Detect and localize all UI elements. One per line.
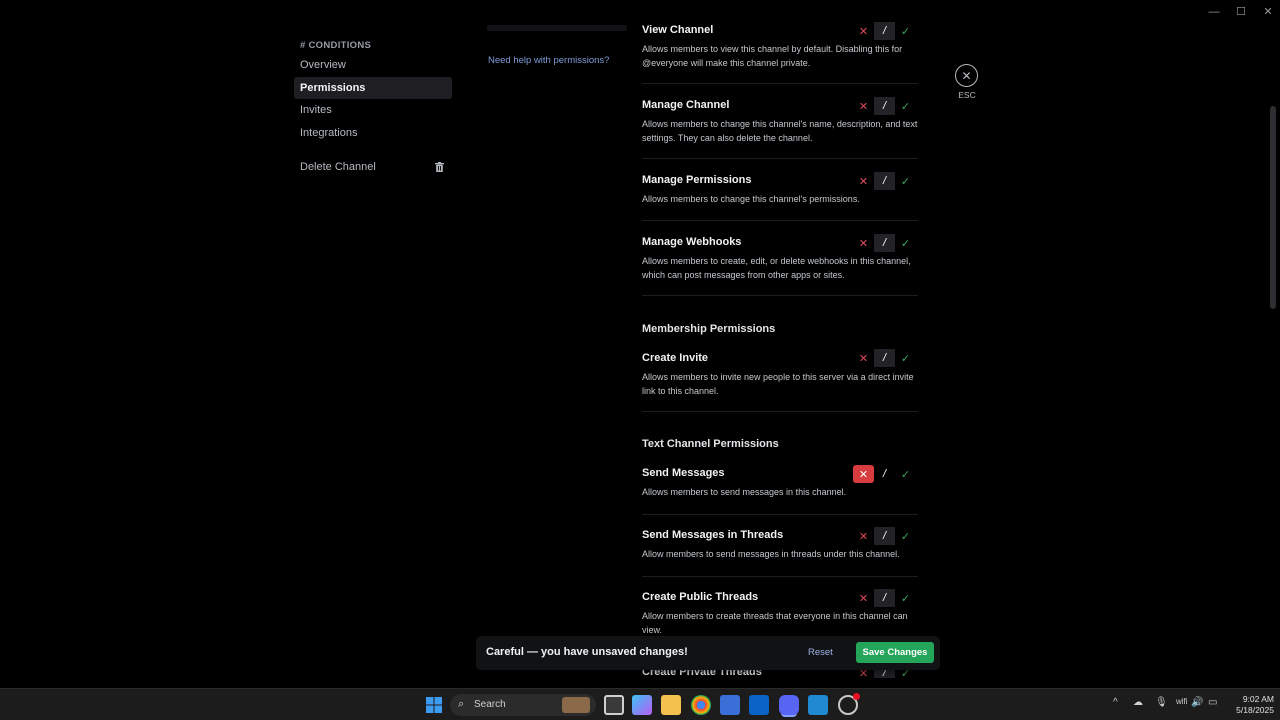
neutral-button[interactable]: / <box>874 97 895 115</box>
taskbar-clock[interactable]: 9:02 AM 5/18/2025 <box>1224 694 1274 716</box>
help-link[interactable]: Need help with permissions? <box>488 55 609 66</box>
perm-desc: Allows members to invite new people to t… <box>642 372 914 396</box>
allow-button[interactable]: ✓ <box>895 172 916 190</box>
discord-icon[interactable] <box>779 695 799 715</box>
windows-taskbar: ⌕ Search ^ ☁ 🎙 wifi 🔊 ▭ 9:02 AM 5/18/202… <box>0 688 1280 720</box>
perm-desc: Allow members to create threads that eve… <box>642 611 908 635</box>
allow-button[interactable]: ✓ <box>895 527 916 545</box>
perm-desc: Allows members to create, edit, or delet… <box>642 256 911 280</box>
vscode-icon[interactable] <box>808 695 828 715</box>
neutral-button[interactable]: / <box>874 22 895 40</box>
reset-button[interactable]: Reset <box>808 647 833 658</box>
allow-button[interactable]: ✓ <box>895 465 916 483</box>
allow-button[interactable]: ✓ <box>895 97 916 115</box>
save-changes-button[interactable]: Save Changes <box>856 642 934 663</box>
settings-sidebar: # CONDITIONS Overview Permissions Invite… <box>0 0 461 688</box>
sidebar-item-invites[interactable]: Invites <box>294 99 452 121</box>
outlook-icon[interactable] <box>749 695 769 715</box>
allow-button[interactable]: ✓ <box>895 589 916 607</box>
divider <box>642 158 918 159</box>
allow-button[interactable]: ✓ <box>895 234 916 252</box>
neutral-button[interactable]: / <box>874 527 895 545</box>
sidebar-section-title: # CONDITIONS <box>300 40 372 51</box>
sidebar-item-integrations[interactable]: Integrations <box>294 122 452 144</box>
file-explorer-icon[interactable] <box>661 695 681 715</box>
battery-icon[interactable]: ▭ <box>1208 697 1217 708</box>
clock-date: 5/18/2025 <box>1236 705 1274 715</box>
task-view-icon[interactable] <box>604 695 624 715</box>
neutral-button[interactable]: / <box>874 172 895 190</box>
unsaved-changes-text: Careful — you have unsaved changes! <box>486 646 688 658</box>
deny-button[interactable]: ✕ <box>853 589 874 607</box>
toggle-send-messages[interactable]: ✕ / ✓ <box>853 465 917 483</box>
perm-desc: Allow members to send messages in thread… <box>642 549 900 559</box>
group-title-text-channel: Text Channel Permissions <box>642 438 779 450</box>
divider <box>642 411 918 412</box>
clock-time: 9:02 AM <box>1242 694 1274 704</box>
close-icon[interactable]: ✕ <box>955 64 978 87</box>
perm-desc: Allows members to send messages in this … <box>642 487 847 497</box>
esc-label: ESC <box>958 90 976 100</box>
search-label: Search <box>474 699 506 710</box>
toggle-manage-permissions[interactable]: ✕ / ✓ <box>853 172 917 190</box>
trash-icon[interactable] <box>435 162 444 172</box>
tray-chevron-icon[interactable]: ^ <box>1113 697 1118 708</box>
wifi-icon[interactable]: wifi <box>1176 697 1188 706</box>
sidebar-item-overview[interactable]: Overview <box>294 54 452 76</box>
divider <box>642 220 918 221</box>
divider <box>642 295 918 296</box>
neutral-button[interactable]: / <box>874 234 895 252</box>
divider <box>642 576 918 577</box>
deny-button[interactable]: ✕ <box>853 234 874 252</box>
deny-button[interactable]: ✕ <box>853 97 874 115</box>
onedrive-icon[interactable]: ☁ <box>1133 697 1143 708</box>
volume-icon[interactable]: 🔊 <box>1191 697 1203 708</box>
deny-button[interactable]: ✕ <box>853 22 874 40</box>
app-icon[interactable] <box>838 693 860 715</box>
scrollbar[interactable] <box>1270 106 1276 309</box>
copilot-icon[interactable] <box>632 695 652 715</box>
group-title-membership: Membership Permissions <box>642 323 776 335</box>
chrome-icon[interactable] <box>691 695 711 715</box>
deny-button[interactable]: ✕ <box>853 527 874 545</box>
windows-start-icon[interactable] <box>424 695 444 715</box>
neutral-button[interactable]: / <box>874 349 895 367</box>
microphone-icon[interactable]: 🎙 <box>1155 697 1168 708</box>
divider <box>642 83 918 84</box>
toggle-send-messages-in-threads[interactable]: ✕ / ✓ <box>853 527 917 545</box>
role-list-item[interactable] <box>487 25 627 31</box>
deny-button[interactable]: ✕ <box>853 465 874 483</box>
toggle-create-public-threads[interactable]: ✕ / ✓ <box>853 589 917 607</box>
deny-button[interactable]: ✕ <box>853 172 874 190</box>
allow-button[interactable]: ✓ <box>895 22 916 40</box>
unsaved-changes-bar: Careful — you have unsaved changes! Rese… <box>476 636 940 670</box>
perm-desc: Allows members to change this channel's … <box>642 119 918 143</box>
neutral-button[interactable]: / <box>874 589 895 607</box>
taskbar-search[interactable]: ⌕ Search <box>450 694 596 716</box>
deny-button[interactable]: ✕ <box>853 349 874 367</box>
toggle-manage-webhooks[interactable]: ✕ / ✓ <box>853 234 917 252</box>
toggle-create-invite[interactable]: ✕ / ✓ <box>853 349 917 367</box>
toggle-manage-channel[interactable]: ✕ / ✓ <box>853 97 917 115</box>
toggle-view-channel[interactable]: ✕ / ✓ <box>853 22 917 40</box>
perm-desc: Allows members to change this channel's … <box>642 194 860 204</box>
search-icon: ⌕ <box>458 698 465 710</box>
sidebar-item-permissions[interactable]: Permissions <box>294 77 452 99</box>
perm-desc: Allows members to view this channel by d… <box>642 44 903 68</box>
neutral-button[interactable]: / <box>874 465 895 483</box>
search-highlight-icon <box>562 697 590 713</box>
divider <box>642 514 918 515</box>
notification-badge <box>853 693 860 700</box>
esc-close-button[interactable]: ✕ ESC <box>955 64 979 104</box>
microsoft-store-icon[interactable] <box>720 695 740 715</box>
allow-button[interactable]: ✓ <box>895 349 916 367</box>
discord-channel-settings: # CONDITIONS Overview Permissions Invite… <box>0 0 1280 688</box>
minimize-button[interactable]: — <box>1204 4 1224 20</box>
window-close-button[interactable]: ✕ <box>1258 4 1278 20</box>
sidebar-item-delete-channel[interactable]: Delete Channel <box>294 156 452 178</box>
maximize-button[interactable]: ☐ <box>1231 4 1251 20</box>
